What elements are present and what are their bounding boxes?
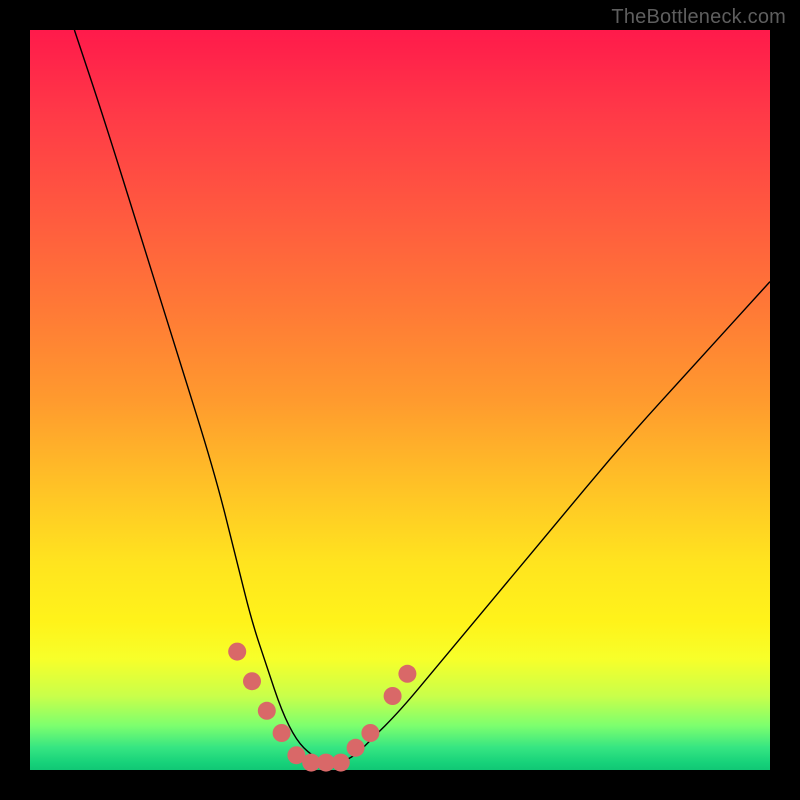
curve-svg [30, 30, 770, 770]
right-arm-dot-1 [347, 739, 365, 757]
plot-area [30, 30, 770, 770]
marker-group [228, 643, 416, 772]
trough-dot-4 [332, 754, 350, 772]
left-arm-dot-4 [273, 724, 291, 742]
chart-stage: TheBottleneck.com [0, 0, 800, 800]
left-arm-dot-1 [228, 643, 246, 661]
watermark-text: TheBottleneck.com [611, 6, 786, 29]
right-arm-dot-4 [398, 665, 416, 683]
left-arm-dot-3 [258, 702, 276, 720]
bottleneck-curve [74, 30, 770, 763]
right-arm-dot-2 [361, 724, 379, 742]
left-arm-dot-2 [243, 672, 261, 690]
right-arm-dot-3 [384, 687, 402, 705]
